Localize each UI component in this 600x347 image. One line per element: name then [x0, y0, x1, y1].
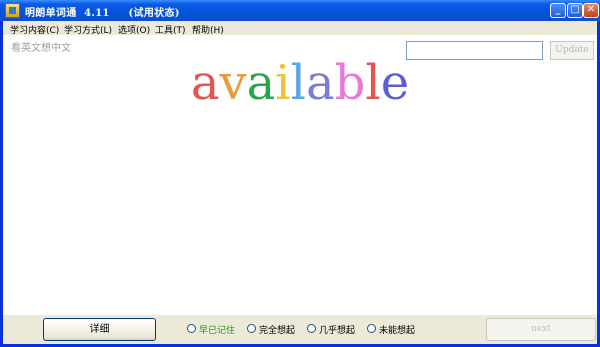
study-mode-hint: 看英文想中文 — [11, 43, 71, 54]
label-almost-recalled: 几乎想起 — [319, 326, 356, 336]
menu-bar: 学习内容(C) 学习方式(L) 选项(O) 工具(T) 帮助(H) — [3, 21, 597, 36]
word-display-area: 看英文想中文 Update available — [3, 35, 597, 315]
word-letter: v — [219, 55, 247, 111]
label-fully-recalled: 完全想起 — [259, 326, 296, 336]
window-title: 明朗单词通 4.11 (试用状态) — [25, 8, 180, 19]
app-window: 明朗单词通 4.11 (试用状态) _ □ ✕ 学习内容(C) 学习方式(L) … — [0, 0, 600, 347]
word-letter: i — [275, 55, 291, 111]
detail-button[interactable]: 详细 — [43, 318, 156, 341]
radio-almost-recalled[interactable] — [307, 324, 316, 333]
word-letter: l — [290, 55, 306, 111]
word-letter: l — [365, 55, 381, 111]
app-icon — [5, 3, 20, 18]
minimize-button[interactable]: _ — [550, 3, 566, 18]
current-word: available — [3, 53, 597, 113]
label-not-recalled: 未能想起 — [379, 326, 416, 336]
close-button[interactable]: ✕ — [583, 3, 599, 18]
word-letter: a — [246, 55, 276, 111]
label-already-remembered: 早已记住 — [199, 326, 236, 336]
next-button[interactable]: next — [486, 318, 596, 341]
word-letter: a — [190, 55, 220, 111]
word-letter: e — [380, 55, 410, 111]
radio-fully-recalled[interactable] — [247, 324, 256, 333]
word-letter: a — [305, 55, 335, 111]
title-bar[interactable]: 明朗单词通 4.11 (试用状态) _ □ ✕ — [0, 0, 600, 21]
word-letter: b — [334, 55, 366, 111]
radio-already-remembered[interactable] — [187, 324, 196, 333]
bottom-toolbar: 详细 早已记住 完全想起 几乎想起 未能想起 next — [3, 315, 597, 344]
radio-not-recalled[interactable] — [367, 324, 376, 333]
maximize-button[interactable]: □ — [567, 3, 583, 18]
